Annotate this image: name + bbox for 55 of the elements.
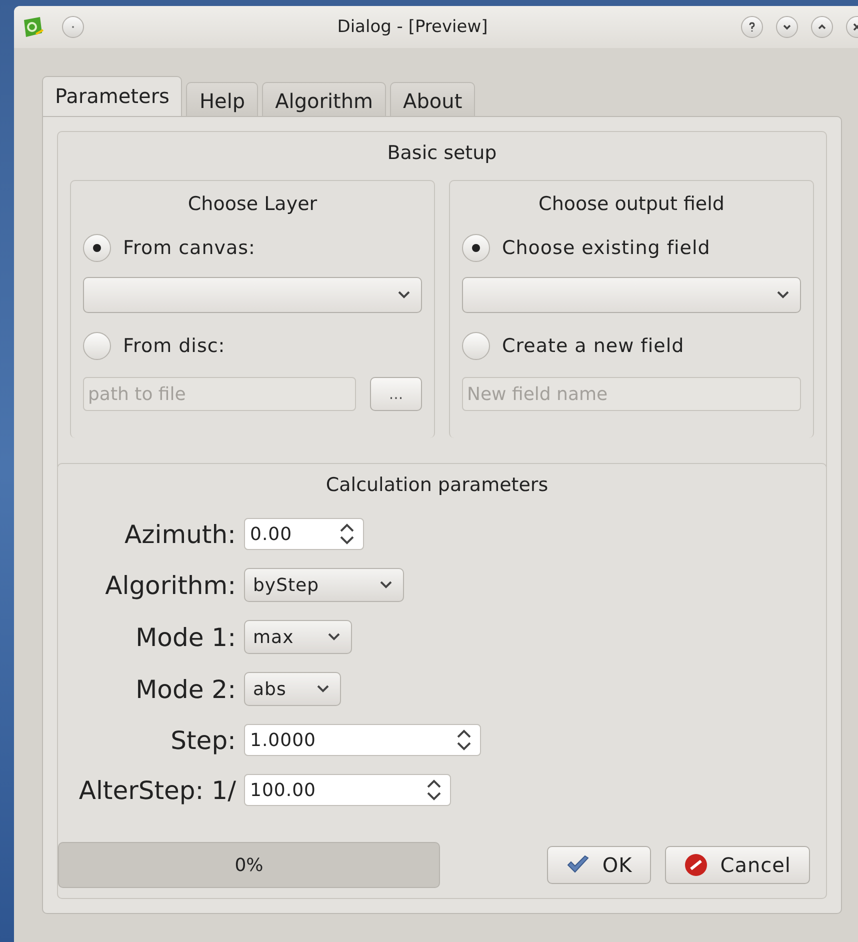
field-label: Mode 1:: [134, 622, 236, 652]
field-name-input[interactable]: New field name: [462, 377, 801, 411]
radio-label: Choose existing field: [502, 237, 710, 259]
field-label: Step:: [170, 726, 236, 754]
tab[interactable]: Parameters: [42, 76, 182, 116]
up-down-arrows-icon[interactable]: [456, 729, 472, 751]
path-input-field[interactable]: path to file: [83, 377, 356, 411]
progress-text: 0%: [234, 854, 264, 876]
ok-button[interactable]: OK: [547, 846, 652, 884]
group-title: Choose output field: [538, 193, 726, 215]
spin-box[interactable]: 0.00: [244, 518, 364, 550]
spin-box[interactable]: 1.0000: [244, 724, 481, 756]
dropdown[interactable]: abs: [244, 672, 341, 706]
radio-label: From canvas:: [123, 237, 256, 259]
app-icon: [22, 16, 44, 38]
up-down-arrows-icon[interactable]: [339, 523, 355, 545]
maximize-button[interactable]: [811, 16, 833, 38]
chevron-down-icon: [327, 632, 341, 642]
dropdown[interactable]: byStep: [244, 568, 404, 602]
dropdown[interactable]: max: [244, 620, 352, 654]
spin-value: 0.00: [250, 524, 292, 544]
minimize-button[interactable]: [776, 16, 798, 38]
radio-button[interactable]: [83, 332, 111, 360]
dropdown-value: byStep: [253, 574, 320, 596]
radio-button[interactable]: [462, 234, 490, 262]
dropdown-value: max: [253, 626, 294, 648]
browse-button[interactable]: ...: [370, 377, 422, 411]
spin-value: 1.0000: [250, 730, 316, 750]
radio-button[interactable]: [462, 332, 490, 360]
chevron-down-icon: [316, 684, 330, 694]
stop-icon: [684, 853, 708, 877]
spin-value: 100.00: [250, 780, 316, 800]
field-label: AlterStep: 1/: [78, 776, 236, 804]
tab[interactable]: Help: [186, 82, 258, 116]
chevron-down-icon: [397, 290, 411, 300]
cancel-button[interactable]: Cancel: [665, 846, 810, 884]
group-title: Choose Layer: [186, 193, 318, 215]
tab[interactable]: About: [390, 82, 476, 116]
field-label: Mode 2:: [134, 674, 236, 704]
window-title: Dialog - [Preview]: [336, 17, 489, 37]
radio-label: Create a new field: [502, 335, 684, 357]
field-label: Algorithm:: [104, 570, 236, 600]
radio-label: From disc:: [123, 335, 226, 357]
field-label: Azimuth:: [124, 520, 236, 548]
help-button[interactable]: [741, 16, 763, 38]
dropdown-value: abs: [253, 678, 286, 700]
field-dropdown[interactable]: [462, 277, 801, 313]
tab[interactable]: Algorithm: [262, 82, 386, 116]
group-title: Basic setup: [386, 142, 498, 164]
radio-button[interactable]: [83, 234, 111, 262]
group-title: Calculation parameters: [324, 474, 550, 496]
up-down-arrows-icon[interactable]: [426, 779, 442, 801]
chevron-down-icon: [379, 580, 393, 590]
spin-box[interactable]: 100.00: [244, 774, 451, 806]
chevron-down-icon: [776, 290, 790, 300]
